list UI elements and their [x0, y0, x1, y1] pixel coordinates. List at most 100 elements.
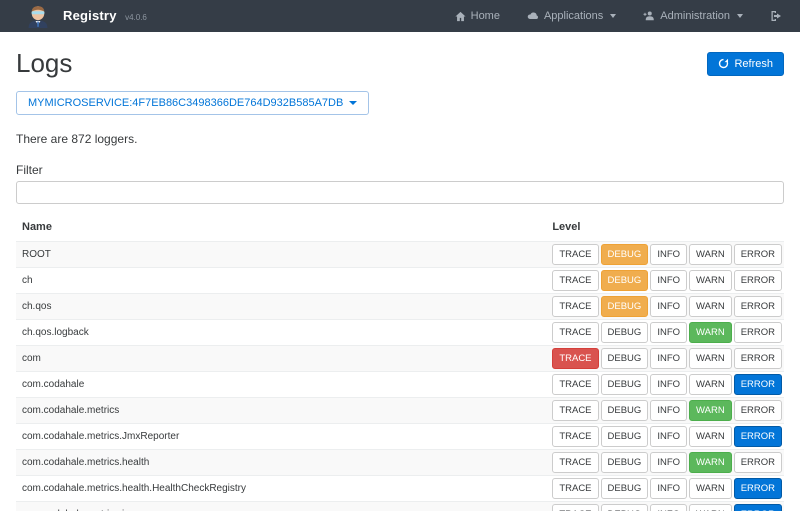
level-button-trace[interactable]: TRACE	[552, 270, 598, 291]
level-button-error[interactable]: ERROR	[734, 504, 782, 511]
level-button-warn[interactable]: WARN	[689, 478, 732, 499]
logger-level-group: TRACEDEBUGINFOWARNERROR	[546, 398, 784, 424]
logger-name: ch	[16, 268, 546, 294]
logger-name: com.codahale.metrics.jvm	[16, 502, 546, 511]
level-button-trace[interactable]: TRACE	[552, 400, 598, 421]
level-button-info[interactable]: INFO	[650, 244, 687, 265]
jhipster-avatar-icon	[26, 4, 50, 28]
level-button-info[interactable]: INFO	[650, 296, 687, 317]
level-button-error[interactable]: ERROR	[734, 426, 782, 447]
level-button-trace[interactable]: TRACE	[552, 348, 598, 369]
level-button-trace[interactable]: TRACE	[552, 426, 598, 447]
level-button-info[interactable]: INFO	[650, 400, 687, 421]
level-button-info[interactable]: INFO	[650, 374, 687, 395]
level-button-info[interactable]: INFO	[650, 452, 687, 473]
level-button-error[interactable]: ERROR	[734, 348, 782, 369]
nav-item-home[interactable]: Home	[455, 10, 500, 22]
table-row: com.codahale.metrics.JmxReporterTRACEDEB…	[16, 424, 784, 450]
refresh-button[interactable]: Refresh	[707, 52, 784, 76]
level-button-warn[interactable]: WARN	[689, 348, 732, 369]
nav-label: Administration	[660, 10, 730, 22]
logger-level-group: TRACEDEBUGINFOWARNERROR	[546, 476, 784, 502]
level-button-warn[interactable]: WARN	[689, 270, 732, 291]
sign-out-icon	[770, 10, 782, 22]
level-button-error[interactable]: ERROR	[734, 270, 782, 291]
filter-label: Filter	[16, 163, 784, 177]
nav-item-applications[interactable]: Applications	[527, 10, 616, 22]
nav-item-signout[interactable]	[770, 10, 782, 22]
level-button-info[interactable]: INFO	[650, 348, 687, 369]
logger-level-group: TRACEDEBUGINFOWARNERROR	[546, 242, 784, 268]
logger-name: com.codahale.metrics.JmxReporter	[16, 424, 546, 450]
table-row: comTRACEDEBUGINFOWARNERROR	[16, 346, 784, 372]
table-row: ch TRACEDEBUGINFOWARNERROR	[16, 268, 784, 294]
chevron-down-icon	[737, 14, 743, 18]
level-button-warn[interactable]: WARN	[689, 426, 732, 447]
level-button-debug[interactable]: DEBUG	[601, 426, 649, 447]
level-button-trace[interactable]: TRACE	[552, 296, 598, 317]
level-button-trace[interactable]: TRACE	[552, 504, 598, 511]
instance-selector-dropdown[interactable]: MYMICROSERVICE:4F7EB86C3498366DE764D932B…	[16, 91, 369, 115]
level-button-debug[interactable]: DEBUG	[601, 400, 649, 421]
level-button-trace[interactable]: TRACE	[552, 478, 598, 499]
level-button-error[interactable]: ERROR	[734, 452, 782, 473]
logger-name: ch.qos	[16, 294, 546, 320]
level-button-error[interactable]: ERROR	[734, 478, 782, 499]
home-icon	[455, 11, 466, 22]
level-button-warn[interactable]: WARN	[689, 504, 732, 511]
level-button-debug[interactable]: DEBUG	[601, 374, 649, 395]
refresh-icon	[718, 58, 729, 69]
level-button-warn[interactable]: WARN	[689, 322, 732, 343]
top-navbar: Registry v4.0.6 Home Applications Adm	[0, 0, 800, 32]
level-button-error[interactable]: ERROR	[734, 400, 782, 421]
refresh-label: Refresh	[734, 58, 773, 70]
level-button-warn[interactable]: WARN	[689, 400, 732, 421]
filter-input[interactable]	[16, 181, 784, 204]
loggers-count-text: There are 872 loggers.	[16, 132, 784, 146]
logger-name: com.codahale.metrics	[16, 398, 546, 424]
level-button-debug[interactable]: DEBUG	[601, 348, 649, 369]
level-button-debug[interactable]: DEBUG	[601, 478, 649, 499]
table-row: com.codahale.metrics.health.HealthCheckR…	[16, 476, 784, 502]
logger-level-group: TRACEDEBUGINFOWARNERROR	[546, 294, 784, 320]
brand-link[interactable]: Registry v4.0.6	[26, 4, 147, 28]
level-button-warn[interactable]: WARN	[689, 374, 732, 395]
level-button-trace[interactable]: TRACE	[552, 452, 598, 473]
logger-name: ROOT	[16, 242, 546, 268]
table-row: com.codahale.metricsTRACEDEBUGINFOWARNER…	[16, 398, 784, 424]
nav-item-administration[interactable]: Administration	[643, 10, 743, 22]
level-button-info[interactable]: INFO	[650, 504, 687, 511]
logger-level-group: TRACEDEBUGINFOWARNERROR	[546, 372, 784, 398]
logger-name: com	[16, 346, 546, 372]
table-row: com.codahale.metrics.healthTRACEDEBUGINF…	[16, 450, 784, 476]
main-content: Logs Refresh MYMICROSERVICE:4F7EB86C3498…	[0, 48, 800, 511]
logger-level-group: TRACEDEBUGINFOWARNERROR	[546, 424, 784, 450]
level-button-error[interactable]: ERROR	[734, 374, 782, 395]
level-button-info[interactable]: INFO	[650, 322, 687, 343]
column-header-level: Level	[546, 213, 784, 242]
level-button-warn[interactable]: WARN	[689, 452, 732, 473]
instance-selector-label: MYMICROSERVICE:4F7EB86C3498366DE764D932B…	[28, 97, 343, 109]
level-button-info[interactable]: INFO	[650, 270, 687, 291]
user-plus-icon	[643, 10, 655, 22]
level-button-error[interactable]: ERROR	[734, 244, 782, 265]
level-button-debug[interactable]: DEBUG	[601, 322, 649, 343]
level-button-debug[interactable]: DEBUG	[601, 452, 649, 473]
level-button-debug[interactable]: DEBUG	[601, 270, 649, 291]
level-button-error[interactable]: ERROR	[734, 322, 782, 343]
level-button-debug[interactable]: DEBUG	[601, 296, 649, 317]
level-button-trace[interactable]: TRACE	[552, 322, 598, 343]
level-button-info[interactable]: INFO	[650, 426, 687, 447]
level-button-error[interactable]: ERROR	[734, 296, 782, 317]
table-row: ROOTTRACEDEBUGINFOWARNERROR	[16, 242, 784, 268]
logger-level-group: TRACEDEBUGINFOWARNERROR	[546, 346, 784, 372]
logger-level-group: TRACEDEBUGINFOWARNERROR	[546, 320, 784, 346]
level-button-debug[interactable]: DEBUG	[601, 244, 649, 265]
chevron-down-icon	[610, 14, 616, 18]
level-button-debug[interactable]: DEBUG	[601, 504, 649, 511]
level-button-warn[interactable]: WARN	[689, 296, 732, 317]
level-button-trace[interactable]: TRACE	[552, 374, 598, 395]
level-button-warn[interactable]: WARN	[689, 244, 732, 265]
level-button-info[interactable]: INFO	[650, 478, 687, 499]
level-button-trace[interactable]: TRACE	[552, 244, 598, 265]
